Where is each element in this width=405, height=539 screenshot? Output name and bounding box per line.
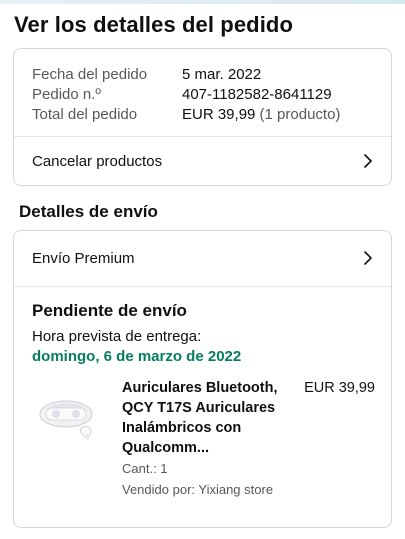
chevron-right-icon [361,251,375,265]
page-title: Ver los detalles del pedido [14,12,294,37]
order-total-note: (1 producto) [259,105,341,123]
order-summary-rows: Fecha del pedido 5 mar. 2022 Pedido n.º … [32,64,340,124]
shipping-method-label: Envío Premium [32,249,135,267]
order-number-label: Pedido n.º [32,85,101,103]
order-date-label: Fecha del pedido [32,65,148,83]
order-date-value: 5 mar. 2022 [182,65,262,83]
order-total-label: Total del pedido [32,105,138,123]
order-total-value-wrap: EUR 39,99 (1 producto) [182,106,340,123]
earbuds-product-image[interactable] [36,386,104,446]
top-status-strip [0,0,405,4]
product-seller: Vendido por: Yixiang store [122,482,274,497]
shipping-divider [14,286,391,287]
delivery-eta-label: Hora prevista de entrega: [32,328,202,345]
product-title-line: Qualcomm... [122,440,210,456]
order-summary-card: Fecha del pedido 5 mar. 2022 Pedido n.º … [13,48,392,186]
product-title-line: QCY T17S Auriculares [122,400,276,416]
order-total-value: EUR 39,99 [182,105,256,123]
product-price: EUR 39,99 [304,380,375,396]
product-quantity: Cant.: 1 [122,461,168,476]
delivery-eta-date: domingo, 6 de marzo de 2022 [32,348,242,365]
product-title-line: Auriculares Bluetooth, [122,380,278,396]
shipment-status: Pendiente de envío [32,301,187,320]
shipping-method-link[interactable]: Envío Premium [14,233,391,283]
cancel-products-link[interactable]: Cancelar productos [14,136,391,186]
chevron-right-icon [361,154,375,168]
cancel-products-label: Cancelar productos [32,152,163,170]
product-title-line: Inalámbricos con [122,420,242,436]
order-number-row: Pedido n.º 407-1182582-8641129 [32,84,340,104]
product-title-link[interactable]: Auriculares Bluetooth, QCY T17S Auricula… [122,378,302,458]
shipping-card: Envío Premium Pendiente de envío Hora pr… [13,230,392,528]
order-date-row: Fecha del pedido 5 mar. 2022 [32,64,340,84]
order-number-value: 407-1182582-8641129 [182,85,332,103]
order-total-row: Total del pedido EUR 39,99 (1 producto) [32,104,340,124]
shipping-section-title: Detalles de envío [19,202,158,221]
